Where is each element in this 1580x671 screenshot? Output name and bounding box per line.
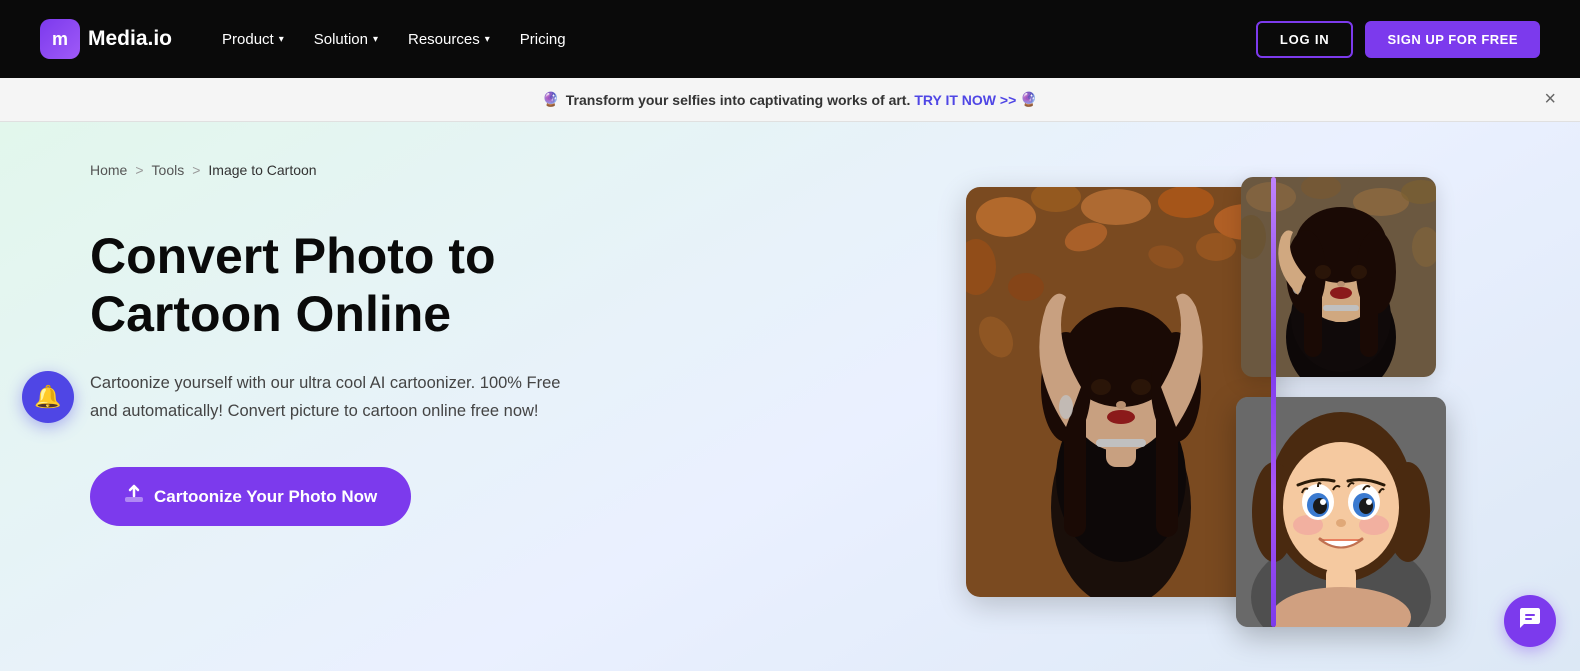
breadcrumb-current: Image to Cartoon: [208, 162, 316, 178]
main-content: 🔔 Home > Tools > Image to Cartoon Conver…: [0, 122, 1580, 671]
announcement-text: Transform your selfies into captivating …: [566, 92, 911, 108]
upload-icon: [124, 484, 144, 509]
announcement-bar: 🔮 Transform your selfies into captivatin…: [0, 78, 1580, 122]
logo-text: Media.io: [88, 27, 172, 51]
divider-line: [1271, 177, 1276, 627]
close-button[interactable]: ×: [1544, 88, 1556, 111]
nav-links: Product ▾ Solution ▾ Resources ▾ Pricing: [208, 23, 1256, 56]
image-showcase: [946, 177, 1436, 617]
announcement-cta[interactable]: TRY IT NOW >>: [914, 92, 1016, 108]
chevron-down-icon-2: ▾: [373, 34, 378, 45]
nav-item-pricing[interactable]: Pricing: [506, 23, 580, 56]
right-panel: [822, 122, 1580, 671]
main-photo: [966, 187, 1276, 597]
nav-solution-label: Solution: [314, 31, 368, 48]
hero-description: Cartoonize yourself with our ultra cool …: [90, 369, 580, 425]
nav-resources-label: Resources: [408, 31, 480, 48]
chevron-down-icon: ▾: [279, 34, 284, 45]
nav-right: LOG IN SIGN UP FOR FREE: [1256, 21, 1540, 58]
nav-item-resources[interactable]: Resources ▾: [394, 23, 504, 56]
cta-label: Cartoonize Your Photo Now: [154, 487, 377, 507]
chat-bubble[interactable]: [1504, 595, 1556, 647]
announcement-emoji-right: 🔮: [1020, 91, 1037, 108]
bell-icon: 🔔: [34, 384, 61, 410]
cartoon-photo-bottom: [1236, 397, 1446, 627]
chevron-down-icon-3: ▾: [485, 34, 490, 45]
breadcrumb-tools[interactable]: Tools: [152, 162, 185, 178]
nav-item-product[interactable]: Product ▾: [208, 23, 298, 56]
hero-title: Convert Photo to Cartoon Online: [90, 228, 590, 343]
breadcrumb-home[interactable]: Home: [90, 162, 127, 178]
logo-icon: m: [40, 19, 80, 59]
signup-button[interactable]: SIGN UP FOR FREE: [1365, 21, 1540, 58]
breadcrumb-sep-2: >: [192, 162, 200, 178]
announcement-emoji-left: 🔮: [542, 91, 559, 108]
main-photo-svg: [966, 187, 1276, 597]
nav-item-solution[interactable]: Solution ▾: [300, 23, 392, 56]
nav-product-label: Product: [222, 31, 274, 48]
cta-button[interactable]: Cartoonize Your Photo Now: [90, 467, 411, 526]
logo[interactable]: m Media.io: [40, 19, 172, 59]
chat-icon: [1518, 606, 1542, 636]
breadcrumb-sep-1: >: [135, 162, 143, 178]
navbar: m Media.io Product ▾ Solution ▾ Resource…: [0, 0, 1580, 78]
nav-pricing-label: Pricing: [520, 31, 566, 48]
login-button[interactable]: LOG IN: [1256, 21, 1354, 58]
breadcrumb: Home > Tools > Image to Cartoon: [90, 162, 762, 178]
left-panel: Home > Tools > Image to Cartoon Convert …: [0, 122, 822, 671]
floating-notification[interactable]: 🔔: [22, 371, 74, 423]
